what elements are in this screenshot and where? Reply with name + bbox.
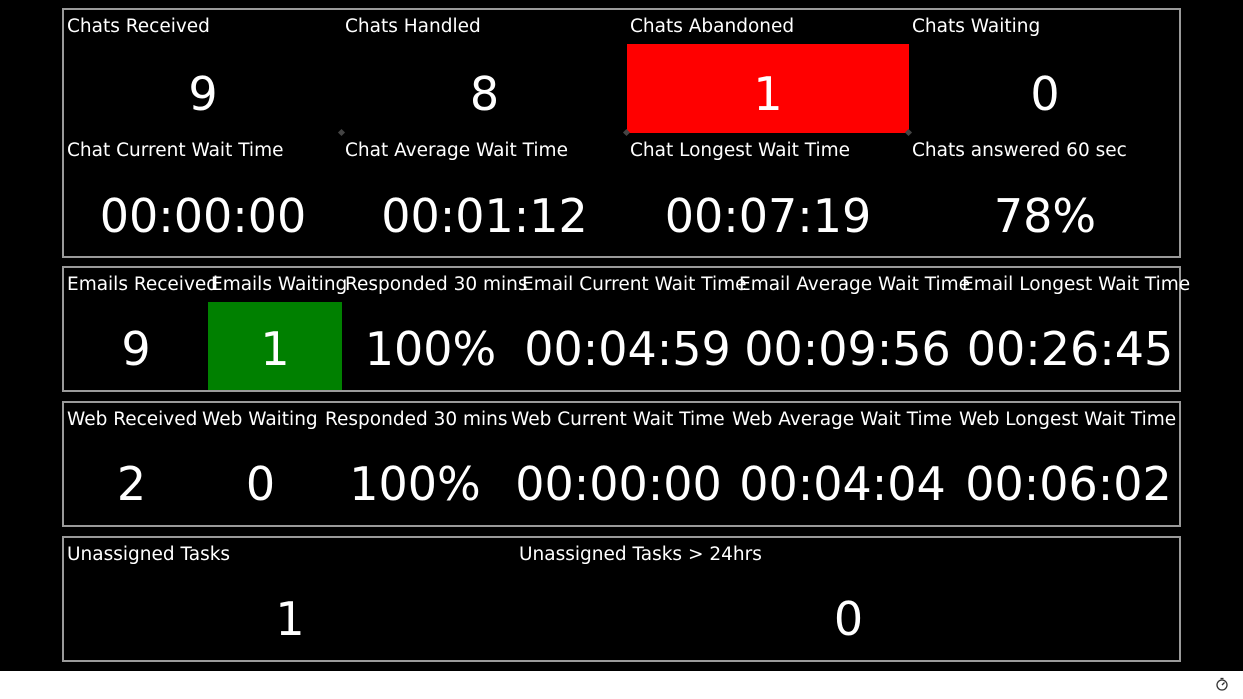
tile-label: Responded 30 mins — [325, 409, 508, 430]
tile-value: 00:07:19 — [664, 189, 872, 243]
web-received-tile: Web Received 2 — [64, 403, 199, 525]
tile-label: Chats Handled — [345, 16, 481, 37]
tile-label: Chats Abandoned — [630, 16, 795, 37]
tile-label: Unassigned Tasks — [67, 544, 231, 565]
tile-label: Chats Received — [67, 16, 210, 37]
tile-label: Email Average Wait Time — [739, 274, 971, 295]
chats-waiting-tile: Chats Waiting 0 — [909, 10, 1181, 133]
tile-label: Web Longest Wait Time — [959, 409, 1177, 430]
email-longest-wait-tile: Email Longest Wait Time 00:26:45 — [959, 268, 1190, 390]
tile-label: Chat Longest Wait Time — [630, 140, 851, 161]
tile-value: 0 — [833, 592, 864, 646]
emails-waiting-tile: Emails Waiting 1 — [208, 268, 347, 390]
tile-value: 100% — [349, 457, 481, 511]
tile-label: Emails Received — [67, 274, 219, 295]
tile-value: 78% — [993, 189, 1097, 243]
tile-value: 00:26:45 — [966, 322, 1174, 376]
web-waiting-tile: Web Waiting 0 — [199, 403, 322, 525]
tile-value: 1 — [260, 322, 290, 376]
tile-label: Unassigned Tasks > 24hrs — [519, 544, 762, 565]
email-panel: Emails Received 9 Emails Waiting 1 Respo… — [62, 266, 1190, 392]
tile-value: 0 — [1030, 67, 1060, 121]
tile-value: 8 — [469, 67, 500, 121]
web-current-wait-tile: Web Current Wait Time 00:00:00 — [508, 403, 729, 525]
tile-value: 9 — [188, 67, 218, 121]
tile-value: 00:04:04 — [739, 457, 946, 511]
tile-value: 00:01:12 — [381, 189, 588, 243]
chat-average-wait-tile: Chat Average Wait Time 00:01:12 — [342, 134, 627, 258]
emails-received-tile: Emails Received 9 — [64, 268, 218, 390]
tile-label: Web Current Wait Time — [511, 409, 725, 430]
tile-value: 00:09:56 — [744, 322, 951, 376]
chat-panel: Chats Received 9 Chats Handled 8 Chats A… — [62, 8, 1181, 258]
tile-value: 100% — [364, 322, 497, 376]
web-responded-30-tile: Responded 30 mins 100% — [322, 403, 508, 525]
tile-label: Chat Current Wait Time — [67, 140, 284, 161]
tile-value: 0 — [245, 457, 276, 511]
tile-value: 00:00:00 — [515, 457, 722, 511]
unassigned-tasks-tile: Unassigned Tasks 1 — [64, 538, 516, 660]
tile-value: 00:04:59 — [524, 322, 731, 376]
tile-value: 00:06:02 — [965, 457, 1172, 511]
tile-label: Emails Waiting — [211, 274, 348, 295]
tile-label: Email Longest Wait Time — [962, 274, 1191, 295]
web-average-wait-tile: Web Average Wait Time 00:04:04 — [729, 403, 956, 525]
chat-longest-wait-tile: Chat Longest Wait Time 00:07:19 — [627, 134, 909, 258]
web-panel: Web Received 2 Web Waiting 0 Responded 3… — [62, 401, 1181, 527]
email-average-wait-tile: Email Average Wait Time 00:09:56 — [736, 268, 970, 390]
tile-value: 1 — [275, 592, 305, 646]
tile-label: Email Current Wait Time — [522, 274, 747, 295]
tile-label: Web Average Wait Time — [732, 409, 953, 430]
tile-label: Responded 30 mins — [345, 274, 528, 295]
tile-value: 9 — [121, 322, 151, 376]
tile-label: Web Waiting — [202, 409, 318, 430]
email-current-wait-tile: Email Current Wait Time 00:04:59 — [519, 268, 747, 390]
tile-label: Web Received — [67, 409, 198, 430]
chats-handled-tile: Chats Handled 8 — [342, 10, 627, 133]
email-responded-30-tile: Responded 30 mins 100% — [342, 268, 528, 390]
tile-label: Chat Average Wait Time — [345, 140, 568, 161]
web-longest-wait-tile: Web Longest Wait Time 00:06:02 — [956, 403, 1181, 525]
chat-current-wait-tile: Chat Current Wait Time 00:00:00 — [64, 134, 342, 258]
bottom-bar — [0, 671, 1243, 699]
tile-value: 1 — [753, 67, 783, 121]
tile-label: Chats answered 60 sec — [912, 140, 1127, 161]
chats-abandoned-tile: Chats Abandoned 1 — [627, 10, 909, 133]
unassigned-tasks-24h-tile: Unassigned Tasks > 24hrs 0 — [516, 538, 1181, 660]
tasks-panel: Unassigned Tasks 1 Unassigned Tasks > 24… — [62, 536, 1181, 662]
tile-label: Chats Waiting — [912, 16, 1041, 37]
chats-received-tile: Chats Received 9 — [64, 10, 342, 133]
tile-value: 00:00:00 — [99, 189, 307, 243]
chats-answered-60-tile: Chats answered 60 sec 78% — [909, 134, 1181, 258]
timer-icon[interactable] — [1215, 677, 1229, 691]
tile-value: 2 — [116, 457, 147, 511]
